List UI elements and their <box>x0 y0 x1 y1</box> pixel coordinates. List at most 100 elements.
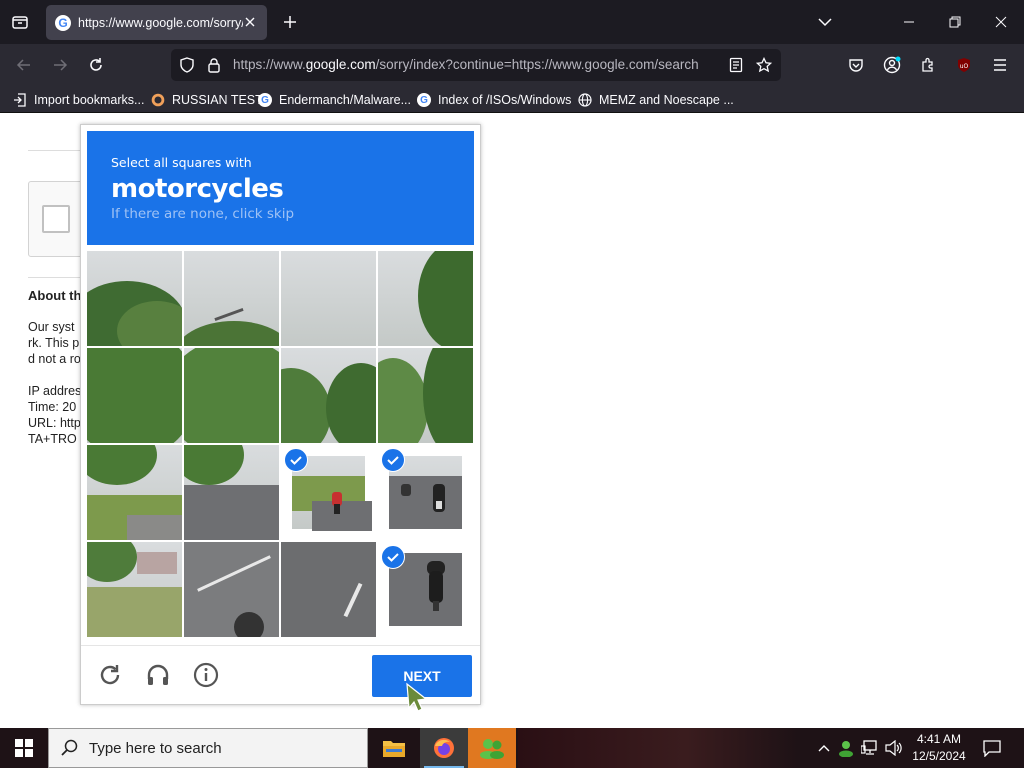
image-grid <box>87 251 474 638</box>
system-clock[interactable]: 4:41 AM 12/5/2024 <box>904 731 974 765</box>
url-text[interactable]: https://www.google.com/sorry/index?conti… <box>233 57 718 72</box>
tile-image <box>87 348 182 443</box>
start-button[interactable] <box>0 728 48 768</box>
about-line: rk. This p <box>28 336 80 350</box>
checkmark-icon <box>381 545 405 569</box>
tile-image <box>184 542 279 637</box>
close-icon <box>995 16 1007 28</box>
svg-text:uO: uO <box>960 63 969 70</box>
tile-image <box>184 445 279 540</box>
image-tile[interactable] <box>184 348 279 443</box>
tab-list-button[interactable] <box>6 8 34 36</box>
back-button[interactable] <box>10 51 38 79</box>
restore-button[interactable] <box>938 6 972 38</box>
url-path: /sorry/index?continue=https://www.google… <box>375 57 699 72</box>
search-placeholder: Type here to search <box>89 739 222 757</box>
arrow-left-icon <box>16 59 30 71</box>
image-tile[interactable] <box>378 251 473 346</box>
ublock-button[interactable]: uO <box>952 53 976 77</box>
chevron-down-icon <box>818 18 832 27</box>
image-tile[interactable] <box>87 445 182 540</box>
notification-center-button[interactable] <box>980 736 1004 760</box>
tile-image <box>184 348 279 443</box>
bookmark-endermanch[interactable]: G Endermanch/Malware... <box>257 90 411 110</box>
screen: G https://www.google.com/sorry/index?con… <box>0 0 1024 768</box>
browser-tab[interactable]: G https://www.google.com/sorry/index?con… <box>46 5 267 40</box>
restore-icon <box>949 16 961 28</box>
account-button[interactable] <box>880 53 904 77</box>
google-icon: G <box>416 92 432 108</box>
tile-image <box>281 542 376 637</box>
image-tile[interactable] <box>281 445 376 540</box>
tile-image <box>87 542 182 637</box>
taskbar-search-box[interactable]: Type here to search <box>48 728 368 768</box>
image-tile[interactable] <box>378 542 473 637</box>
image-tile[interactable] <box>87 542 182 637</box>
bookmark-memz[interactable]: MEMZ and Noescape ... <box>577 90 734 110</box>
image-tile[interactable] <box>87 251 182 346</box>
info-icon <box>193 662 219 688</box>
tile-image <box>87 445 182 540</box>
tile-image <box>378 251 473 346</box>
reload-challenge-button[interactable] <box>95 660 125 690</box>
people-icon <box>480 739 504 759</box>
checkmark-icon <box>381 448 405 472</box>
image-tile[interactable] <box>184 251 279 346</box>
image-tile[interactable] <box>281 542 376 637</box>
bookmark-label: Index of /ISOs/Windows <box>438 93 572 107</box>
tray-people-icon[interactable] <box>836 738 856 758</box>
bookmark-star-icon[interactable] <box>755 56 773 74</box>
image-tile[interactable] <box>378 348 473 443</box>
volume-icon[interactable] <box>884 738 904 758</box>
info-button[interactable] <box>191 660 221 690</box>
network-icon[interactable] <box>860 738 880 758</box>
reader-view-icon[interactable] <box>727 56 745 74</box>
bookmark-isos[interactable]: G Index of /ISOs/Windows <box>416 90 571 110</box>
new-tab-button[interactable] <box>278 10 302 34</box>
reload-button[interactable] <box>82 51 110 79</box>
about-line: Our syst <box>28 320 75 334</box>
bookmark-import[interactable]: Import bookmarks... <box>12 90 144 110</box>
url-bar[interactable]: https://www.google.com/sorry/index?conti… <box>171 49 781 81</box>
taskbar-file-explorer[interactable] <box>370 728 418 768</box>
bookmark-label: Endermanch/Malware... <box>279 93 412 107</box>
pocket-button[interactable] <box>844 53 868 77</box>
shield-icon[interactable] <box>178 56 196 74</box>
mouse-cursor-icon <box>406 682 428 712</box>
recaptcha-checkbox[interactable] <box>42 205 70 233</box>
image-tile[interactable] <box>281 348 376 443</box>
tile-image <box>378 348 473 443</box>
tile-image <box>281 251 376 346</box>
close-window-button[interactable] <box>984 6 1018 38</box>
tab-bar: G https://www.google.com/sorry/index?con… <box>0 0 1024 44</box>
taskbar-app[interactable] <box>468 728 516 768</box>
globe-icon <box>577 92 593 108</box>
about-line: IP addres <box>28 384 82 398</box>
extensions-button[interactable] <box>916 53 940 77</box>
taskbar-firefox[interactable] <box>420 728 468 768</box>
audio-challenge-button[interactable] <box>143 660 173 690</box>
clock-date: 12/5/2024 <box>912 749 966 763</box>
google-icon: G <box>257 92 273 108</box>
skip-hint: If there are none, click skip <box>111 206 295 222</box>
list-all-tabs-button[interactable] <box>808 6 842 38</box>
about-heading: About th <box>28 288 82 303</box>
image-tile[interactable] <box>87 348 182 443</box>
menu-button[interactable] <box>988 53 1012 77</box>
lock-icon[interactable] <box>205 56 223 74</box>
pocket-icon <box>849 59 863 72</box>
image-tile[interactable] <box>184 445 279 540</box>
bookmark-russian-test[interactable]: RUSSIAN TEST <box>150 90 263 110</box>
minimize-icon <box>904 21 914 23</box>
image-tile[interactable] <box>281 251 376 346</box>
minimize-button[interactable] <box>892 6 926 38</box>
show-hidden-icons-button[interactable] <box>814 738 834 758</box>
captcha-header: Select all squares with motorcycles If t… <box>87 131 474 245</box>
image-tile[interactable] <box>378 445 473 540</box>
about-line: URL: http <box>28 416 81 430</box>
image-tile[interactable] <box>184 542 279 637</box>
tab-close-button[interactable] <box>241 13 259 31</box>
forward-button[interactable] <box>46 51 74 79</box>
url-prefix: https://www. <box>233 57 306 72</box>
tab-title: https://www.google.com/sorry/index?conti… <box>78 15 243 30</box>
